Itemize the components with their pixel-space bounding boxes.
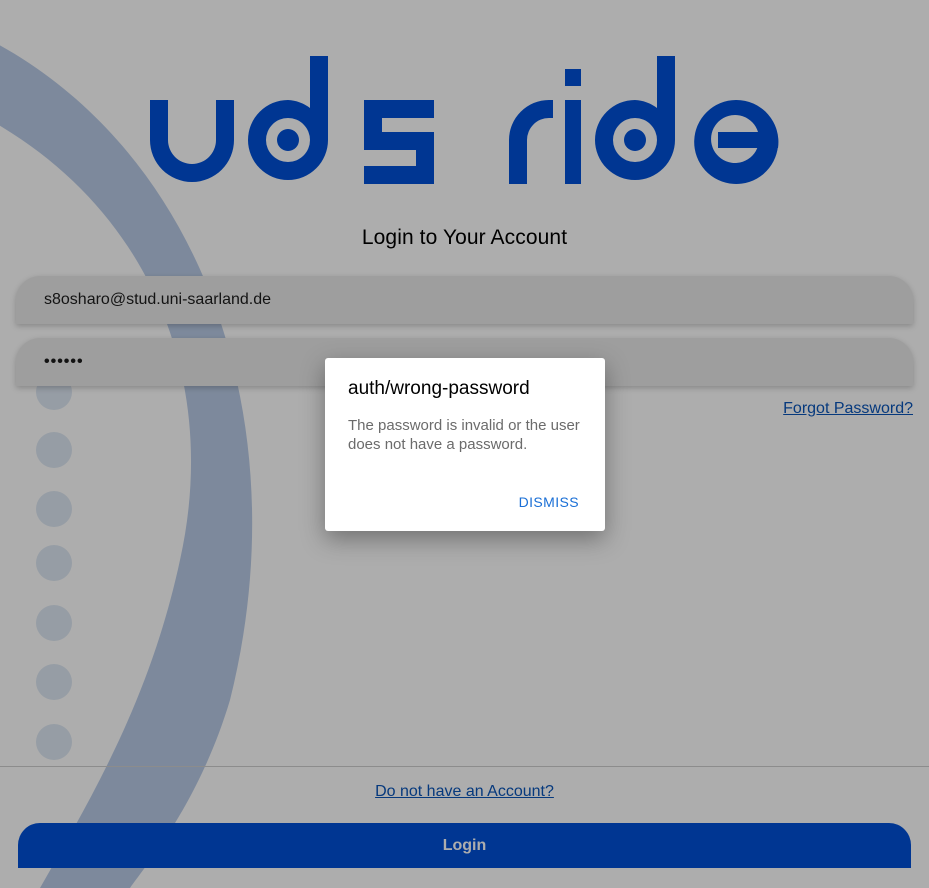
dialog-title: auth/wrong-password (348, 378, 530, 399)
error-dialog: auth/wrong-password The password is inva… (325, 358, 605, 531)
dismiss-button[interactable]: DISMISS (519, 494, 579, 510)
dialog-message: The password is invalid or the user does… (348, 417, 580, 453)
login-screen: Login to Your Account s8osharo@stud.uni-… (0, 0, 929, 888)
